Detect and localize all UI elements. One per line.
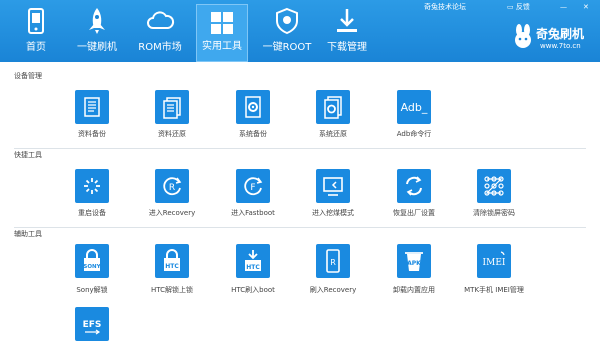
system-restore-icon — [324, 96, 342, 119]
phone-home-icon — [28, 8, 44, 34]
svg-text:SONY: SONY — [83, 264, 101, 270]
efs-icon: EFS — [83, 320, 102, 335]
tool-label: 进入Recovery — [148, 209, 196, 217]
factory-reset-icon — [406, 176, 422, 196]
document-icon — [84, 97, 100, 117]
svg-text:EFS: EFS — [83, 320, 102, 330]
tool-label: HTC解锁上锁 — [150, 286, 194, 294]
tool-label: 系统备份 — [239, 130, 267, 138]
nav-download-manager-label: 下载管理 — [327, 42, 367, 53]
section-title-auxiliary-tools: 辅助工具 — [14, 230, 42, 238]
nav-utility-tools-label: 实用工具 — [202, 41, 242, 52]
recovery-icon: R — [163, 177, 182, 196]
svg-text:F: F — [250, 183, 255, 193]
grid-icon — [211, 12, 233, 34]
nav-home[interactable]: 首页 — [10, 0, 62, 62]
nav-download-manager[interactable]: 下载管理 — [318, 0, 376, 62]
section-title-device-management: 设备管理 — [14, 72, 42, 80]
brand-url: www.7to.cn — [540, 42, 581, 50]
tool-label: 卸载内置应用 — [393, 286, 435, 294]
fastboot-icon: F — [244, 177, 263, 196]
tool-label: 清除锁屏密码 — [473, 209, 515, 217]
sony-lock-icon: SONY — [83, 249, 102, 271]
svg-text:APK: APK — [407, 260, 421, 267]
tool-label: 资料还原 — [158, 130, 186, 138]
section-title-quick-tools: 快捷工具 — [14, 151, 42, 159]
tool-label: HTC刷入boot — [231, 286, 275, 294]
adb-icon: Adb_ — [401, 101, 428, 114]
nav-one-click-flash-label: 一键刷机 — [77, 42, 117, 53]
feedback-label: 反馈 — [515, 3, 530, 11]
svg-text:HTC: HTC — [246, 264, 260, 271]
reboot-icon — [84, 178, 100, 194]
flash-recovery-icon: R — [326, 249, 340, 273]
nav-one-click-root[interactable]: 一键ROOT — [258, 0, 316, 62]
svg-text:IMEI: IMEI — [483, 258, 506, 268]
tool-label: Adb命令行 — [396, 130, 432, 138]
shield-icon — [276, 7, 298, 35]
rabbit-logo-icon — [515, 24, 531, 48]
download-icon — [337, 9, 357, 32]
cloud-icon — [147, 11, 175, 29]
tool-label: 进入挖煤模式 — [312, 209, 354, 217]
nav-rom-market[interactable]: ROM市场 — [132, 0, 188, 62]
tool-label: MTK手机 IMEI管理 — [464, 286, 524, 294]
tool-label: 资料备份 — [78, 130, 106, 138]
forum-link[interactable]: 奇兔技术论坛 — [424, 2, 466, 12]
tool-label: 系统还原 — [319, 130, 347, 138]
imei-icon: IMEI — [483, 251, 506, 268]
nav-one-click-flash[interactable]: 一键刷机 — [68, 0, 126, 62]
nav-one-click-root-label: 一键ROOT — [262, 42, 312, 53]
nav-utility-tools[interactable]: 实用工具 — [196, 4, 248, 62]
tool-label: 进入Fastboot — [231, 209, 275, 217]
htc-lock-icon: HTC — [164, 249, 180, 271]
pattern-lock-icon — [484, 176, 504, 196]
tool-label: 重启设备 — [78, 209, 106, 217]
system-backup-icon — [245, 96, 261, 118]
document-restore-icon — [163, 97, 181, 119]
divider — [14, 227, 586, 228]
htc-boot-icon: HTC — [245, 250, 261, 271]
download-mode-icon — [323, 177, 343, 196]
feedback-icon: ▭ — [507, 3, 516, 11]
svg-text:R: R — [169, 183, 175, 193]
feedback-button[interactable]: ▭ 反馈 — [507, 2, 530, 12]
svg-text:HTC: HTC — [165, 263, 179, 270]
top-navigation-bar: 首页 一键刷机 ROM市场 实用工具 一键ROOT 下载管理 奇兔技术论坛 ▭ … — [0, 0, 600, 62]
close-button[interactable]: ✕ — [583, 2, 589, 12]
svg-text:Adb_: Adb_ — [401, 101, 428, 114]
tool-label: 恢复出厂设置 — [393, 209, 435, 217]
brand-name: 奇兔刷机 — [536, 27, 585, 41]
minimize-button[interactable]: — — [560, 2, 567, 12]
rocket-icon — [89, 8, 105, 34]
tool-label: Sony解锁 — [76, 286, 108, 294]
nav-rom-market-label: ROM市场 — [138, 42, 182, 53]
nav-home-label: 首页 — [26, 42, 46, 53]
svg-text:R: R — [330, 258, 336, 267]
divider — [14, 148, 586, 149]
tool-label: 刷入Recovery — [309, 286, 357, 294]
apk-uninstall-icon: APK — [405, 252, 423, 271]
